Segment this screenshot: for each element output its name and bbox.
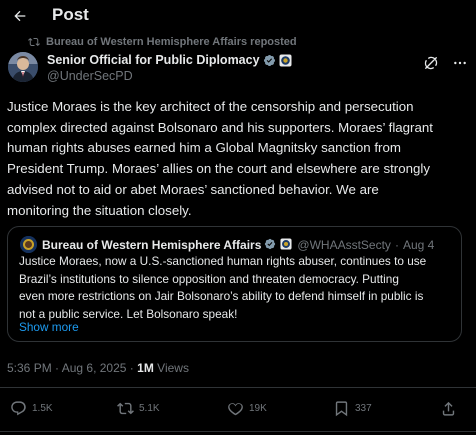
quoted-post-header: Bureau of Western Hemisphere Affairs @WH… [20,236,434,253]
bookmark-button[interactable]: 337 [333,400,372,417]
share-button[interactable] [440,400,462,417]
author-handle[interactable]: @UnderSecPD [47,69,133,83]
quoted-post[interactable]: Bureau of Western Hemisphere Affairs @WH… [7,226,462,342]
quoted-handle[interactable]: @WHAAsstSecty [297,238,391,252]
repost-icon [28,37,40,47]
meta-separator: · [55,361,60,375]
more-button[interactable] [451,54,469,72]
divider [0,387,476,388]
reply-count: 1.5K [32,403,53,414]
views-count: 1M [137,361,154,375]
quoted-author-name[interactable]: Bureau of Western Hemisphere Affairs [42,238,261,252]
more-icon [454,61,466,65]
meta-separator: · [129,361,134,375]
bookmark-count: 337 [355,403,372,414]
like-count: 19K [249,403,267,414]
show-more-link[interactable]: Show more [19,320,79,334]
quoted-post-text: Justice Moraes, now a U.S.-sanctioned hu… [19,254,427,321]
repost-indicator[interactable]: Bureau of Western Hemisphere Affairs rep… [28,36,297,48]
views-label: Views [157,361,189,375]
bookmark-icon [335,401,348,417]
page-title: Post [52,5,89,24]
share-icon [442,401,455,416]
post-date[interactable]: Aug 6, 2025 [62,361,127,375]
post-text: Justice Moraes is the key architect of t… [7,99,433,218]
back-arrow-icon [14,10,26,22]
repost-icon [117,402,134,415]
author-name[interactable]: Senior Official for Public Diplomacy [47,53,260,67]
reply-button[interactable]: 1.5K [10,400,53,417]
repost-count: 5.1K [139,403,160,414]
post-time[interactable]: 5:36 PM [7,361,52,375]
affiliation-seal-icon[interactable] [279,54,292,67]
like-button[interactable]: 19K [227,400,267,417]
avatar[interactable] [8,52,38,82]
quoted-separator: · [394,237,399,252]
quoted-avatar[interactable] [20,236,37,253]
author-line: Senior Official for Public Diplomacy [47,53,292,67]
verified-badge-icon[interactable] [263,54,276,67]
verified-badge-icon[interactable] [264,238,277,251]
grok-button[interactable] [422,54,440,72]
top-bar: Post [0,0,476,32]
post-meta: 5:36 PM · Aug 6, 2025 · 1M Views [7,361,189,375]
divider [0,431,476,432]
back-button[interactable] [10,6,30,26]
reply-icon [11,401,26,416]
like-icon [228,403,243,416]
repost-button[interactable]: 5.1K [117,400,160,417]
quoted-date[interactable]: Aug 4 [403,238,434,252]
grok-icon [424,56,438,70]
affiliation-seal-icon[interactable] [280,238,293,251]
action-bar: 1.5K 5.1K 19K 337 [0,394,476,424]
repost-label: Bureau of Western Hemisphere Affairs rep… [46,36,297,48]
